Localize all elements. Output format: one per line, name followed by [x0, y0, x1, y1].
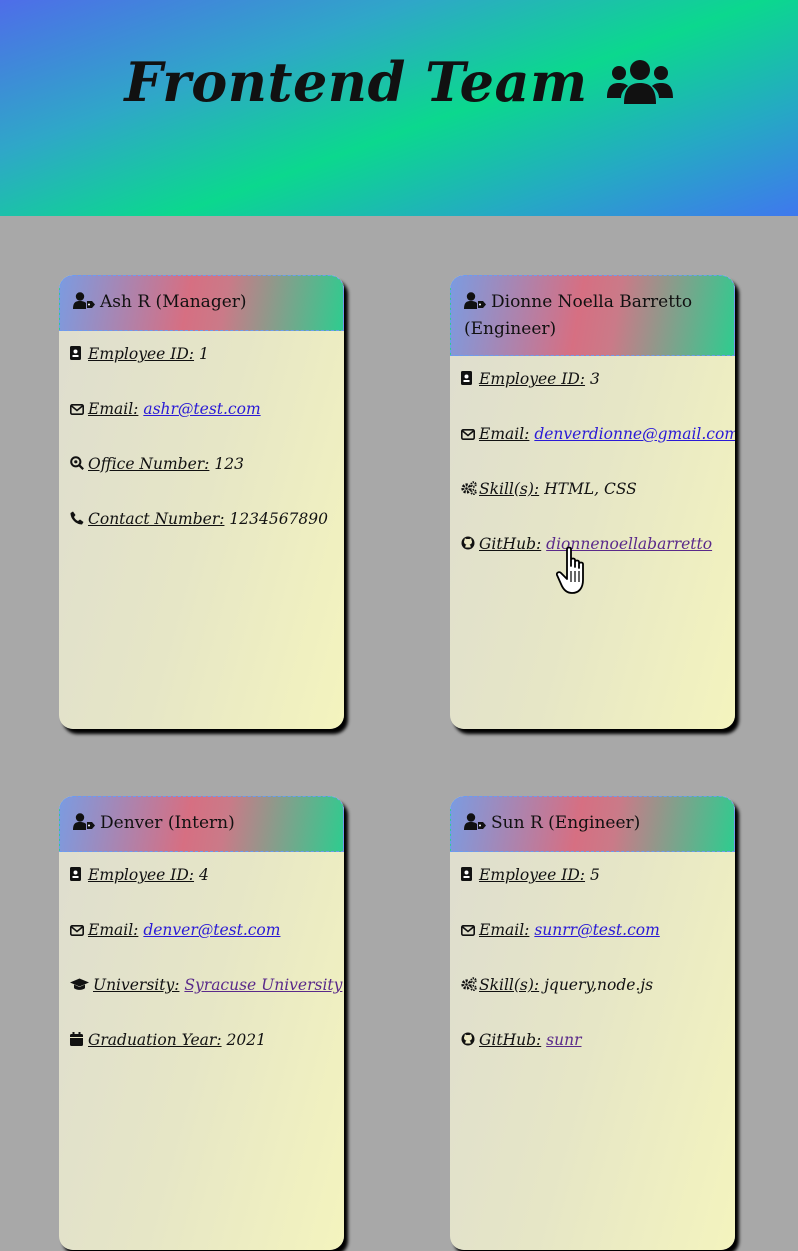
university-row: University: Syracuse University — [70, 976, 344, 1031]
card-header: Dionne Noella Barretto (Engineer) — [450, 275, 735, 356]
id-card-icon — [70, 867, 84, 885]
graduation-year-row: Graduation Year: 2021 — [70, 1031, 344, 1086]
skills-row: Skill(s): HTML, CSS — [461, 480, 735, 535]
user-tag-icon — [464, 292, 486, 317]
contact-number-row: Contact Number: 1234567890 — [70, 510, 344, 565]
employee-id-row: Employee ID: 5 — [461, 866, 735, 921]
envelope-icon — [461, 426, 475, 444]
email-link[interactable]: denver@test.com — [143, 921, 280, 939]
envelope-icon — [70, 401, 84, 419]
user-tag-icon — [464, 813, 486, 838]
gears-icon — [461, 977, 477, 995]
card-header: Denver (Intern) — [59, 796, 344, 852]
employee-card: Dionne Noella Barretto (Engineer) Employ… — [450, 275, 735, 729]
email-row: Email: ashr@test.com — [70, 400, 344, 455]
graduation-cap-icon — [70, 977, 89, 995]
envelope-icon — [70, 922, 84, 940]
page-header: Frontend Team — [0, 0, 798, 216]
id-card-icon — [461, 867, 475, 885]
phone-icon — [70, 511, 84, 529]
email-link[interactable]: denverdionne@gmail.com — [534, 425, 735, 443]
calendar-icon — [70, 1032, 84, 1050]
employee-card: Ash R (Manager) Employee ID: 1 Email: as… — [59, 275, 344, 729]
github-icon — [461, 1032, 475, 1050]
email-row: Email: sunrr@test.com — [461, 921, 735, 976]
github-icon — [461, 536, 475, 554]
employee-name: Dionne Noella Barretto (Engineer) — [464, 292, 693, 339]
user-tag-icon — [73, 292, 95, 317]
email-row: Email: denver@test.com — [70, 921, 344, 976]
card-header: Ash R (Manager) — [59, 275, 344, 331]
search-icon — [70, 456, 84, 474]
github-link[interactable]: sunr — [546, 1031, 581, 1049]
card-header: Sun R (Engineer) — [450, 796, 735, 852]
hand-cursor-icon — [556, 546, 584, 594]
id-card-icon — [461, 371, 475, 389]
github-row: GitHub: dionnenoellabarretto — [461, 535, 735, 590]
users-icon — [606, 58, 674, 106]
skills-row: Skill(s): jquery,node.js — [461, 976, 735, 1031]
email-link[interactable]: ashr@test.com — [143, 400, 260, 418]
page-title: Frontend Team — [124, 50, 673, 114]
gears-icon — [461, 481, 477, 499]
envelope-icon — [461, 922, 475, 940]
employee-id-row: Employee ID: 4 — [70, 866, 344, 921]
employee-name: Denver (Intern) — [100, 813, 235, 833]
office-number-row: Office Number: 123 — [70, 455, 344, 510]
employee-name: Ash R (Manager) — [100, 292, 247, 312]
email-row: Email: denverdionne@gmail.com — [461, 425, 735, 480]
email-link[interactable]: sunrr@test.com — [534, 921, 659, 939]
employee-id-row: Employee ID: 3 — [461, 370, 735, 425]
employee-card: Sun R (Engineer) Employee ID: 5 Email: s… — [450, 796, 735, 1250]
university-link[interactable]: Syracuse University — [184, 976, 342, 994]
employee-card: Denver (Intern) Employee ID: 4 Email: de… — [59, 796, 344, 1250]
user-tag-icon — [73, 813, 95, 838]
id-card-icon — [70, 346, 84, 364]
github-row: GitHub: sunr — [461, 1031, 735, 1086]
employee-id-row: Employee ID: 1 — [70, 345, 344, 400]
employee-name: Sun R (Engineer) — [491, 813, 641, 833]
